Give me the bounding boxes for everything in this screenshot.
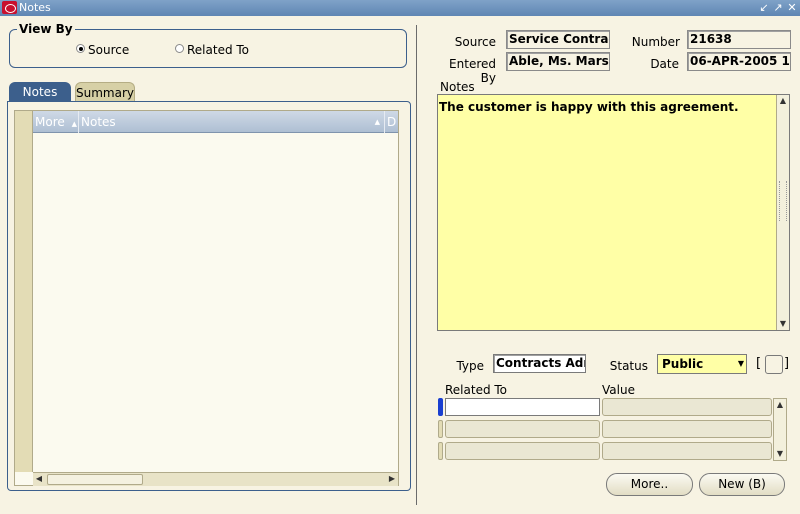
- number-field[interactable]: 21638: [687, 30, 791, 49]
- chevron-down-icon[interactable]: ▼: [738, 355, 744, 373]
- related-to-radio[interactable]: [175, 44, 184, 53]
- scroll-left-icon[interactable]: ◀: [33, 473, 45, 485]
- attachment-checkbox[interactable]: [765, 355, 783, 374]
- related-to-field[interactable]: [445, 420, 600, 438]
- close-icon[interactable]: ✕: [786, 0, 798, 16]
- value-field[interactable]: [602, 420, 772, 438]
- more-button[interactable]: More..: [606, 473, 693, 496]
- number-label: Number: [631, 35, 680, 49]
- notes-text[interactable]: The customer is happy with this agreemen…: [439, 100, 739, 114]
- tab-summary[interactable]: Summary: [75, 82, 135, 102]
- source-field[interactable]: Service Contract I: [506, 30, 610, 49]
- title-bar: Notes ↙ ↗ ✕: [0, 0, 800, 16]
- new-button[interactable]: New (B): [699, 473, 785, 496]
- view-by-label: View By: [17, 22, 75, 36]
- related-to-field[interactable]: [445, 398, 600, 416]
- window-title: Notes: [19, 1, 51, 14]
- source-label: Source: [454, 35, 496, 49]
- scroll-up-icon[interactable]: ▲: [774, 399, 786, 411]
- date-label: Date: [650, 57, 679, 71]
- notes-vertical-scrollbar[interactable]: ▲ ▼: [776, 95, 789, 330]
- restore-icon[interactable]: ↙: [758, 0, 770, 16]
- sort-icon: ▲: [71, 120, 77, 128]
- bracket-right: ]: [784, 356, 790, 371]
- scrollbar-grip[interactable]: [779, 181, 787, 221]
- column-header-more-label: More: [35, 115, 65, 129]
- value-column-label: Value: [602, 383, 635, 397]
- related-to-radio-label[interactable]: Related To: [187, 43, 249, 57]
- scroll-up-icon[interactable]: ▲: [777, 95, 789, 107]
- status-select[interactable]: Public ▼: [657, 354, 747, 374]
- column-header-more[interactable]: More ▲: [33, 111, 79, 133]
- notes-textarea[interactable]: [437, 94, 790, 331]
- entered-by-field[interactable]: Able, Ms. Marsha(: [506, 52, 610, 71]
- sort-icon: ▲: [374, 118, 380, 126]
- oracle-logo-icon: [2, 1, 17, 14]
- source-radio[interactable]: [76, 44, 85, 53]
- scroll-down-icon[interactable]: ▼: [774, 448, 786, 460]
- scroll-right-icon[interactable]: ▶: [386, 473, 398, 485]
- panel-divider: [416, 25, 417, 505]
- row-selector-column[interactable]: [15, 111, 33, 472]
- status-label: Status: [609, 359, 648, 373]
- column-header-notes[interactable]: Notes ▲: [79, 111, 385, 133]
- column-header-notes-label: Notes: [81, 115, 116, 129]
- related-to-column-label: Related To: [445, 383, 508, 397]
- value-field[interactable]: [602, 398, 772, 416]
- scroll-down-icon[interactable]: ▼: [777, 318, 789, 330]
- tab-notes[interactable]: Notes: [9, 82, 71, 102]
- date-field[interactable]: 06-APR-2005 13:26: [687, 52, 791, 71]
- column-header-date[interactable]: D: [385, 111, 398, 133]
- row-marker[interactable]: [438, 398, 443, 416]
- related-to-field[interactable]: [445, 442, 600, 460]
- grid-horizontal-scrollbar[interactable]: ◀ ▶: [33, 472, 398, 486]
- notes-grid[interactable]: [14, 110, 399, 486]
- status-value: Public: [662, 357, 704, 371]
- row-marker[interactable]: [438, 442, 443, 460]
- type-label: Type: [456, 359, 484, 373]
- type-field[interactable]: Contracts Admir: [493, 354, 586, 373]
- row-marker[interactable]: [438, 420, 443, 438]
- grid-header: More ▲ Notes ▲ D: [33, 111, 398, 133]
- scrollbar-thumb[interactable]: [47, 474, 143, 485]
- maximize-icon[interactable]: ↗: [772, 0, 784, 16]
- value-field[interactable]: [602, 442, 772, 460]
- source-radio-label[interactable]: Source: [88, 43, 129, 57]
- related-vertical-scrollbar[interactable]: ▲ ▼: [773, 398, 787, 461]
- notes-label: Notes: [440, 80, 475, 94]
- bracket-left: [: [756, 356, 762, 371]
